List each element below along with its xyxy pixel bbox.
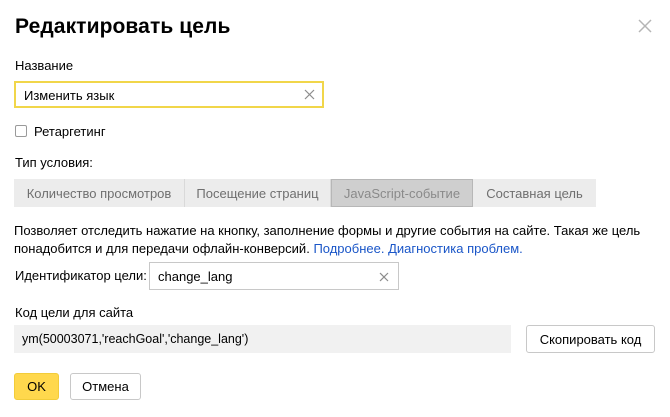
close-icon[interactable] xyxy=(635,16,655,36)
copy-code-button[interactable]: Скопировать код xyxy=(526,325,655,353)
goal-name-input[interactable]: Изменить язык xyxy=(14,81,324,108)
tab-page-visits[interactable]: Посещение страниц xyxy=(185,179,331,207)
goal-identifier-value: change_lang xyxy=(158,269,233,284)
ok-button[interactable]: OK xyxy=(14,373,59,400)
diagnostics-link[interactable]: Диагностика проблем. xyxy=(388,241,523,256)
edit-goal-dialog: Редактировать цель Название Изменить язы… xyxy=(0,0,670,417)
description: Позволяет отследить нажатие на кнопку, з… xyxy=(14,222,654,258)
condition-type-tabs: Количество просмотров Посещение страниц … xyxy=(14,179,596,207)
retargeting-label[interactable]: Ретаргетинг xyxy=(34,124,106,139)
retargeting-checkbox[interactable] xyxy=(15,125,27,137)
dialog-title: Редактировать цель xyxy=(15,15,231,38)
tab-composite-goal[interactable]: Составная цель xyxy=(473,179,596,207)
goal-code-box: ym(50003071,'reachGoal','change_lang') xyxy=(14,325,511,353)
goal-code-value: ym(50003071,'reachGoal','change_lang') xyxy=(22,332,249,346)
goal-identifier-input[interactable]: change_lang xyxy=(149,262,399,290)
cancel-button[interactable]: Отмена xyxy=(70,373,141,400)
condition-type-label: Тип условия: xyxy=(15,155,93,170)
clear-icon[interactable] xyxy=(303,88,316,101)
identifier-label: Идентификатор цели: xyxy=(15,268,147,283)
more-link[interactable]: Подробнее. xyxy=(313,241,384,256)
tab-javascript-event[interactable]: JavaScript-событие xyxy=(331,179,473,207)
tab-pageviews[interactable]: Количество просмотров xyxy=(14,179,185,207)
code-label: Код цели для сайта xyxy=(15,305,134,320)
goal-name-value: Изменить язык xyxy=(24,88,115,103)
clear-icon[interactable] xyxy=(378,270,390,282)
name-label: Название xyxy=(15,58,74,73)
